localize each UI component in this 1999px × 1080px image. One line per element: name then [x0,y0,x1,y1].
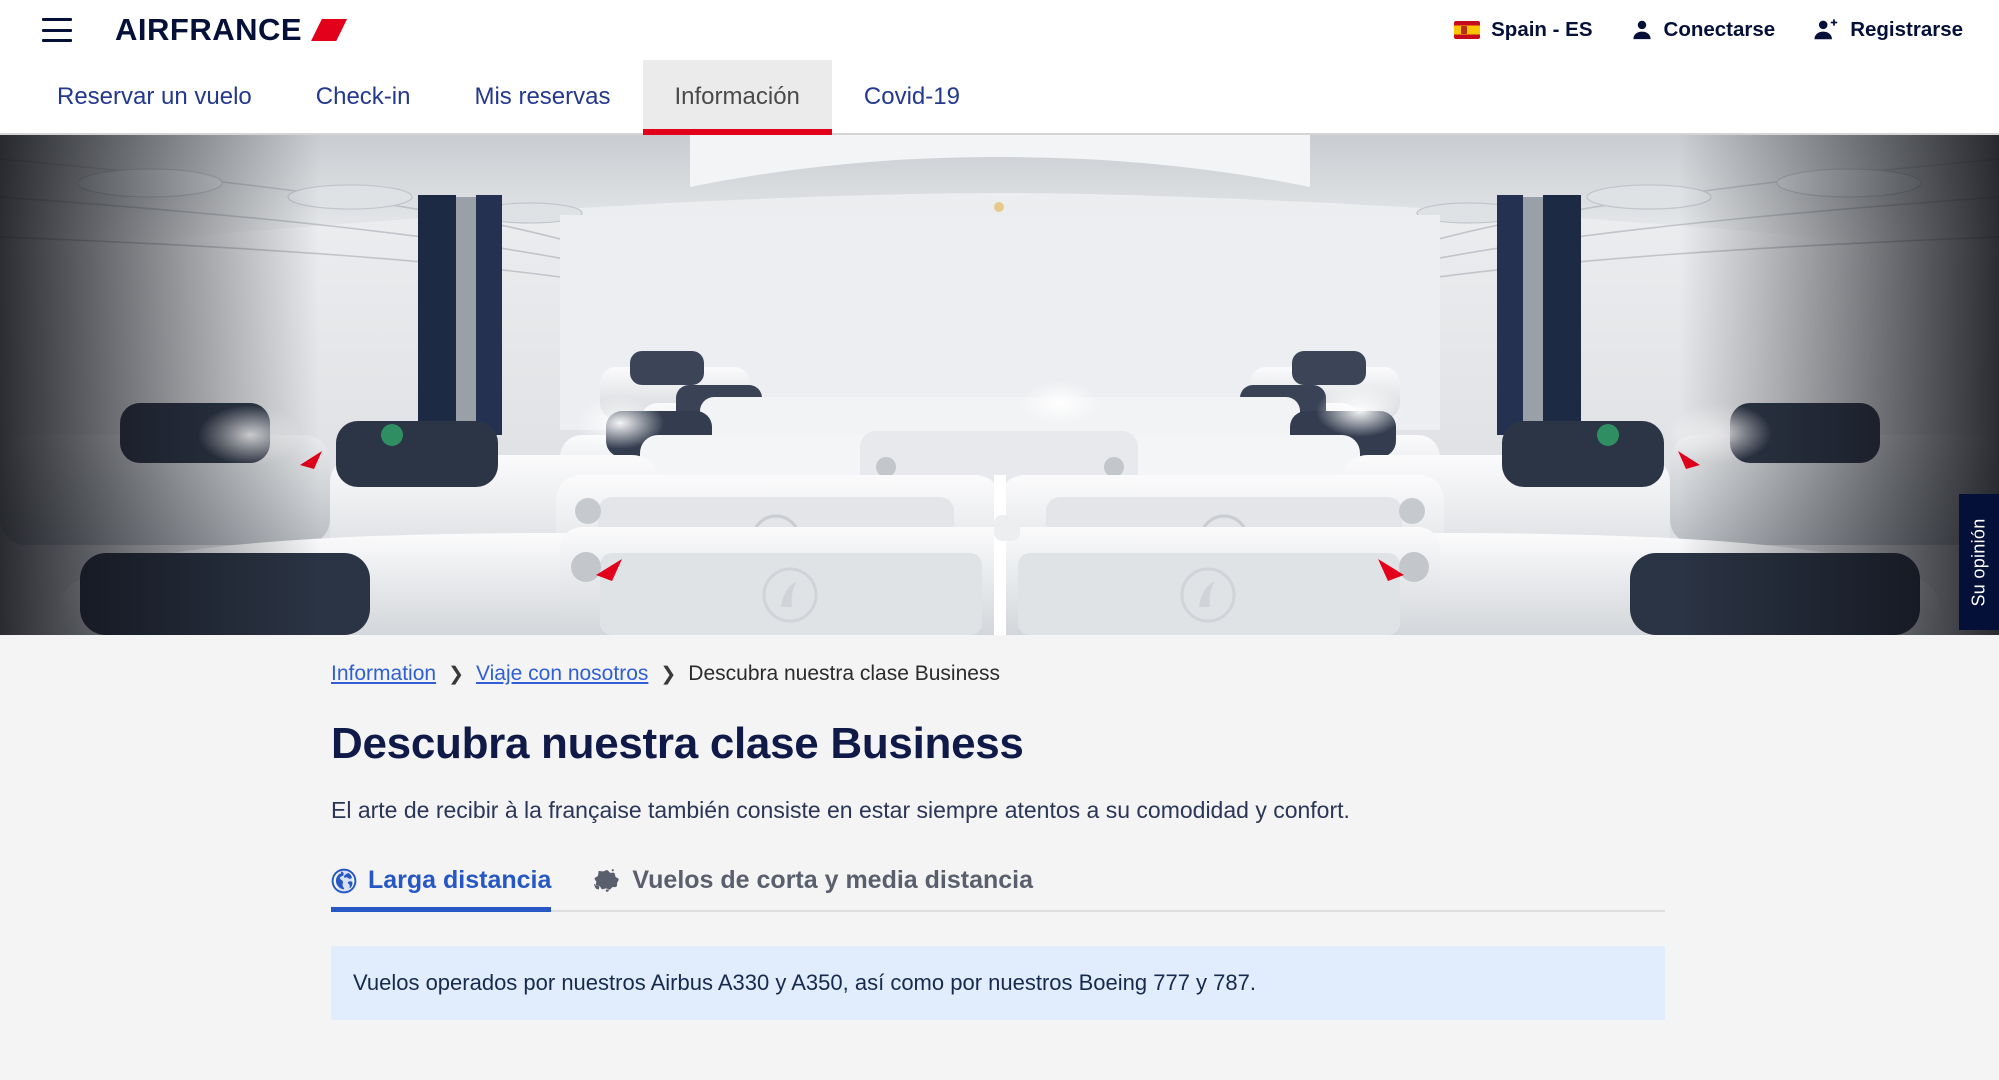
breadcrumb: Information ❯ Viaje con nosotros ❯ Descu… [331,662,1999,686]
nav-label: Covid-19 [863,82,960,110]
hero-banner-cabin-image [0,135,1999,635]
nav-label: Mis reservas [474,82,611,110]
nav-label: Check-in [315,82,411,110]
nav-item-book-flight[interactable]: Reservar un vuelo [25,60,284,133]
breadcrumb-link-travel-with-us[interactable]: Viaje con nosotros [476,662,648,686]
language-label: Spain - ES [1491,18,1593,41]
register-button[interactable]: Registrarse [1813,18,1963,42]
login-button[interactable]: Conectarse [1631,18,1776,42]
tab-long-haul[interactable]: Larga distancia [331,866,552,912]
cabin-illustration [0,135,1999,635]
globe-icon [331,868,357,893]
page-title: Descubra nuestra clase Business [331,719,1024,768]
europe-map-icon [594,868,620,892]
spain-flag-icon [1454,21,1481,39]
distance-tabs: Larga distancia Vuelos de corta y media … [331,866,1665,912]
page-subtitle: El arte de recibir à la française tambié… [331,797,1350,823]
nav-label: Reservar un vuelo [57,82,252,110]
nav-item-information[interactable]: Información [642,60,833,135]
info-banner: Vuelos operados por nuestros Airbus A330… [331,946,1665,1020]
tab-short-medium-haul[interactable]: Vuelos de corta y media distancia [591,866,1033,910]
breadcrumb-separator-icon: ❯ [660,663,677,685]
page-content: Information ❯ Viaje con nosotros ❯ Descu… [0,635,1999,1080]
person-plus-icon [1814,19,1838,40]
main-navigation: Reservar un vuelo Check-in Mis reservas … [0,60,1999,135]
breadcrumb-separator-icon: ❯ [448,663,464,685]
breadcrumb-current-page: Descubra nuestra clase Business [688,662,1000,685]
nav-item-my-bookings[interactable]: Mis reservas [442,60,642,133]
header-utility-nav: Spain - ES Conectarse Registrarse [1454,0,1963,60]
register-label: Registrarse [1850,18,1963,41]
hamburger-menu-icon[interactable] [42,18,72,42]
brand-wordmark: AIRFRANCE [115,12,303,47]
nav-label: Información [674,82,800,110]
nav-item-checkin[interactable]: Check-in [284,60,443,133]
tab-label: Vuelos de corta y media distancia [632,866,1034,894]
nav-item-covid19[interactable]: Covid-19 [832,60,992,133]
login-label: Conectarse [1663,18,1776,41]
airfrance-logo[interactable]: AIRFRANCE [115,12,348,48]
tab-label: Larga distancia [368,866,552,894]
airfrance-stripe-icon [311,19,348,41]
info-banner-text: Vuelos operados por nuestros Airbus A330… [353,970,1256,995]
language-selector[interactable]: Spain - ES [1454,18,1593,42]
person-icon [1632,20,1651,40]
breadcrumb-link-information[interactable]: Information [331,662,436,686]
feedback-side-tab[interactable]: Su opinión [1959,494,1999,630]
top-header: AIRFRANCE Spain - ES Conectarse Registra… [0,0,1999,60]
feedback-label: Su opinión [1968,517,1989,607]
